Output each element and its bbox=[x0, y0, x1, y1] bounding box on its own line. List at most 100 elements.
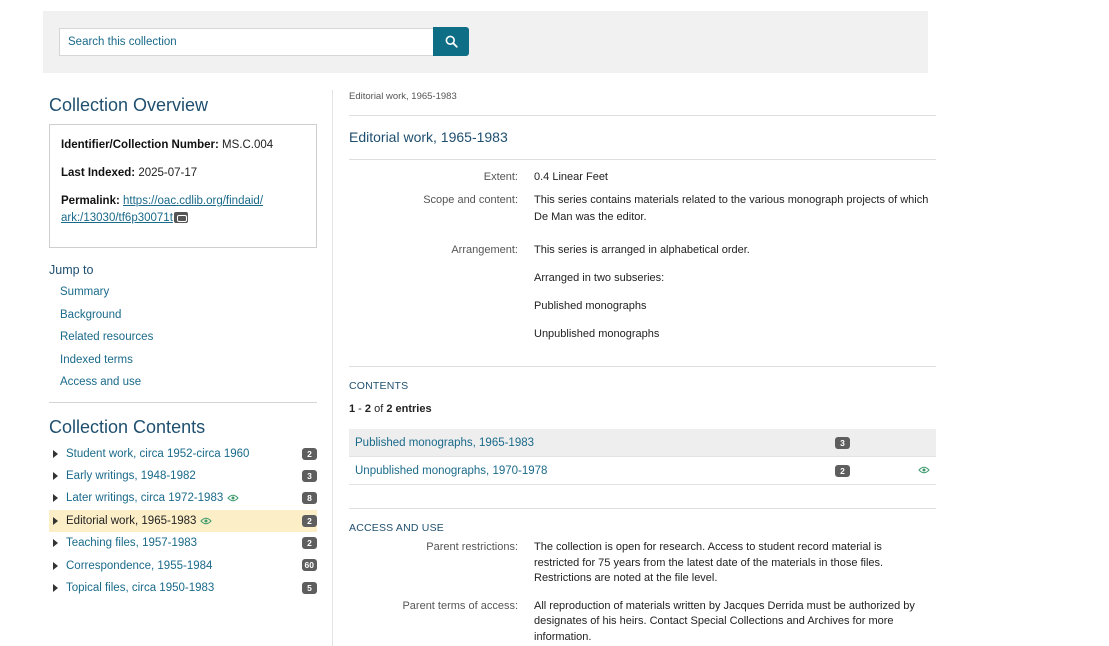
jump-link-indexed-terms[interactable]: Indexed terms bbox=[60, 354, 133, 366]
jump-link-summary[interactable]: Summary bbox=[60, 286, 109, 298]
scope-row: Scope and content: This series contains … bbox=[349, 192, 936, 226]
tree-item-active[interactable]: Editorial work, 1965-1983 2 bbox=[49, 509, 317, 533]
arrangement-line: Unpublished monographs bbox=[534, 328, 660, 340]
count-badge: 3 bbox=[835, 437, 850, 449]
tree-item[interactable]: Teaching files, 1957-1983 2 bbox=[49, 532, 317, 554]
range-of: of bbox=[371, 403, 387, 415]
jump-item-related-resources: Related resources bbox=[49, 326, 317, 349]
copy-link-icon[interactable] bbox=[173, 212, 188, 223]
expand-caret-icon[interactable] bbox=[53, 561, 58, 570]
expand-caret-icon[interactable] bbox=[53, 539, 58, 548]
permalink-row: Permalink: https://oac.cdlib.org/findaid… bbox=[61, 193, 305, 227]
divider bbox=[349, 366, 936, 367]
terms-value: All reproduction of materials written by… bbox=[534, 599, 915, 643]
tree-item-label: Editorial work, 1965-1983 bbox=[66, 514, 197, 527]
page-title: Editorial work, 1965-1983 bbox=[349, 129, 508, 145]
overview-box: Identifier/Collection Number: MS.C.004 L… bbox=[49, 124, 317, 248]
range-sep: - bbox=[355, 403, 365, 415]
tree-item-label[interactable]: Later writings, circa 1972-1983 bbox=[66, 492, 223, 504]
search-input[interactable] bbox=[59, 28, 434, 56]
tree-item-label[interactable]: Early writings, 1948-1982 bbox=[66, 470, 196, 482]
tree-item[interactable]: Student work, circa 1952-circa 1960 2 bbox=[49, 443, 317, 465]
expand-caret-icon[interactable] bbox=[53, 516, 58, 525]
count-badge: 2 bbox=[302, 537, 317, 550]
extent-label: Extent: bbox=[483, 171, 518, 183]
search-bar bbox=[43, 11, 928, 73]
expand-caret-icon[interactable] bbox=[53, 494, 58, 503]
sidebar: Collection Overview Identifier/Collectio… bbox=[49, 95, 317, 599]
jump-item-access-and-use: Access and use bbox=[49, 371, 317, 394]
tree-item[interactable]: Correspondence, 1955-1984 60 bbox=[49, 554, 317, 576]
arrangement-line: This series is arranged in alphabetical … bbox=[534, 244, 750, 256]
arrangement-value: This series is arranged in alphabetical … bbox=[534, 242, 936, 354]
restrictions-row: Parent restrictions: The collection is o… bbox=[349, 540, 936, 587]
identifier-row: Identifier/Collection Number: MS.C.004 bbox=[61, 137, 305, 154]
extent-row: Extent: 0.4 Linear Feet bbox=[349, 169, 936, 186]
range-total: 2 entries bbox=[386, 403, 432, 415]
arrangement-label: Arrangement: bbox=[451, 244, 518, 256]
jump-to-title: Jump to bbox=[49, 263, 94, 277]
divider bbox=[349, 159, 936, 160]
count-badge: 8 bbox=[302, 492, 317, 505]
permalink-line2: ark:/13030/tf6p30071t bbox=[61, 212, 173, 224]
row-title-link[interactable]: Published monographs, 1965-1983 bbox=[355, 437, 534, 449]
entries-count: 1 - 2 of 2 entries bbox=[349, 403, 936, 415]
jump-link-related-resources[interactable]: Related resources bbox=[60, 331, 153, 343]
table-row[interactable]: Unpublished monographs, 1970-1978 2 bbox=[349, 457, 936, 485]
eye-icon bbox=[918, 466, 930, 474]
breadcrumb: Editorial work, 1965-1983 bbox=[349, 91, 457, 102]
tree-item-label[interactable]: Correspondence, 1955-1984 bbox=[66, 560, 212, 572]
count-badge: 60 bbox=[301, 559, 317, 572]
search-button[interactable] bbox=[433, 27, 469, 56]
divider bbox=[349, 508, 936, 509]
permalink-label: Permalink: bbox=[61, 195, 120, 207]
last-indexed-label: Last Indexed: bbox=[61, 167, 136, 179]
tree-item[interactable]: Topical files, circa 1950-1983 5 bbox=[49, 577, 317, 599]
identifier-label: Identifier/Collection Number: bbox=[61, 139, 219, 151]
jump-link-background[interactable]: Background bbox=[60, 309, 121, 321]
contents-table: Published monographs, 1965-1983 3 Unpubl… bbox=[349, 429, 936, 485]
jump-item-indexed-terms: Indexed terms bbox=[49, 349, 317, 372]
tree-item[interactable]: Early writings, 1948-1982 3 bbox=[49, 465, 317, 487]
expand-caret-icon[interactable] bbox=[53, 472, 58, 481]
jump-item-summary: Summary bbox=[49, 281, 317, 304]
expand-caret-icon[interactable] bbox=[53, 584, 58, 593]
restrictions-value: The collection is open for research. Acc… bbox=[534, 541, 884, 584]
restrictions-label: Parent restrictions: bbox=[426, 541, 518, 553]
count-badge: 2 bbox=[302, 447, 317, 460]
collection-overview-title: Collection Overview bbox=[49, 95, 209, 115]
identifier-value: MS.C.004 bbox=[222, 139, 274, 151]
permalink-line1: https://oac.cdlib.org/findaid/ bbox=[123, 195, 264, 207]
tree-item-label[interactable]: Teaching files, 1957-1983 bbox=[66, 537, 197, 549]
description-list: Extent: 0.4 Linear Feet Scope and conten… bbox=[349, 169, 936, 354]
table-row[interactable]: Published monographs, 1965-1983 3 bbox=[349, 429, 936, 457]
main-content: Editorial work, 1965-1983 Editorial work… bbox=[349, 91, 936, 646]
arrangement-line: Published monographs bbox=[534, 300, 647, 312]
last-indexed-value: 2025-07-17 bbox=[138, 167, 198, 179]
arrangement-line: Arranged in two subseries: bbox=[534, 272, 665, 284]
expand-caret-icon[interactable] bbox=[53, 449, 58, 458]
jump-to-list: Summary Background Related resources Ind… bbox=[49, 281, 317, 394]
contents-heading: CONTENTS bbox=[349, 380, 409, 392]
access-heading: ACCESS AND USE bbox=[349, 522, 444, 534]
arrangement-row: Arrangement: This series is arranged in … bbox=[349, 242, 936, 354]
scope-value: This series contains materials related t… bbox=[534, 194, 929, 223]
tree-item[interactable]: Later writings, circa 1972-1983 8 bbox=[49, 487, 317, 509]
terms-label: Parent terms of access: bbox=[402, 599, 518, 612]
extent-value: 0.4 Linear Feet bbox=[534, 171, 608, 183]
collection-contents-title: Collection Contents bbox=[49, 416, 206, 437]
eye-icon bbox=[227, 495, 239, 502]
jump-item-background: Background bbox=[49, 304, 317, 327]
count-badge: 2 bbox=[302, 514, 317, 527]
count-badge: 3 bbox=[302, 469, 317, 482]
row-title-link[interactable]: Unpublished monographs, 1970-1978 bbox=[355, 465, 547, 477]
count-badge: 2 bbox=[835, 465, 850, 477]
search-icon bbox=[445, 35, 458, 48]
column-divider bbox=[332, 90, 333, 646]
collection-contents-tree: Student work, circa 1952-circa 1960 2 Ea… bbox=[49, 443, 317, 600]
tree-item-label[interactable]: Student work, circa 1952-circa 1960 bbox=[66, 448, 249, 460]
terms-row: Parent terms of access: All reproduction… bbox=[349, 599, 936, 646]
tree-item-label[interactable]: Topical files, circa 1950-1983 bbox=[66, 582, 214, 594]
jump-link-access-and-use[interactable]: Access and use bbox=[60, 376, 141, 388]
last-indexed-row: Last Indexed: 2025-07-17 bbox=[61, 165, 305, 182]
